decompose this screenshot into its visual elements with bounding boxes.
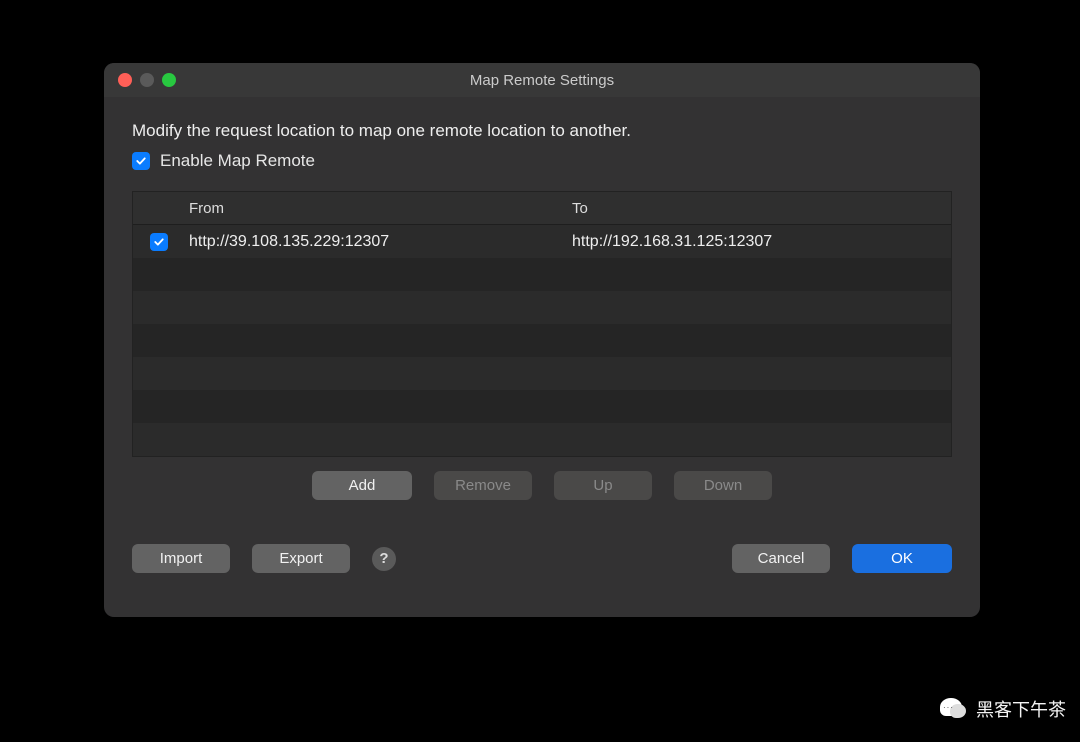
description-text: Modify the request location to map one r…	[132, 121, 952, 141]
chat-bubble-icon: ···	[940, 698, 968, 720]
row-from: http://39.108.135.229:12307	[185, 233, 568, 251]
table-row	[133, 258, 951, 291]
up-button: Up	[554, 471, 652, 500]
ok-button[interactable]: OK	[852, 544, 952, 573]
add-button[interactable]: Add	[312, 471, 412, 500]
row-checkbox[interactable]	[150, 233, 168, 251]
enable-row[interactable]: Enable Map Remote	[132, 151, 952, 171]
zoom-icon[interactable]	[162, 73, 176, 87]
table-row	[133, 324, 951, 357]
table-header-row: From To	[133, 192, 951, 225]
header-to[interactable]: To	[568, 200, 951, 217]
enable-checkbox[interactable]	[132, 152, 150, 170]
close-icon[interactable]	[118, 73, 132, 87]
export-button[interactable]: Export	[252, 544, 350, 573]
import-button[interactable]: Import	[132, 544, 230, 573]
traffic-lights	[118, 73, 176, 87]
mapping-table: From To http://39.108.135.229:12307http:…	[132, 191, 952, 457]
remove-button: Remove	[434, 471, 532, 500]
bottom-actions: Import Export ? Cancel OK	[132, 544, 952, 573]
dialog-content: Modify the request location to map one r…	[104, 97, 980, 593]
watermark: ··· 黑客下午茶	[940, 696, 1066, 722]
dialog-window: Map Remote Settings Modify the request l…	[104, 63, 980, 617]
minimize-icon	[140, 73, 154, 87]
help-icon[interactable]: ?	[372, 547, 396, 571]
table-row	[133, 390, 951, 423]
row-checkbox-cell[interactable]	[133, 233, 185, 251]
table-actions: Add Remove Up Down	[132, 471, 952, 500]
table-body: http://39.108.135.229:12307http://192.16…	[133, 225, 951, 456]
table-row	[133, 357, 951, 390]
row-to: http://192.168.31.125:12307	[568, 233, 951, 251]
table-row[interactable]: http://39.108.135.229:12307http://192.16…	[133, 225, 951, 258]
checkmark-icon	[135, 155, 147, 167]
cancel-button[interactable]: Cancel	[732, 544, 830, 573]
titlebar: Map Remote Settings	[104, 63, 980, 97]
table-row	[133, 291, 951, 324]
down-button: Down	[674, 471, 772, 500]
checkmark-icon	[153, 236, 165, 248]
window-title: Map Remote Settings	[104, 72, 980, 89]
table-row	[133, 423, 951, 456]
watermark-text: 黑客下午茶	[976, 696, 1066, 722]
enable-label: Enable Map Remote	[160, 151, 315, 171]
header-from[interactable]: From	[185, 200, 568, 217]
